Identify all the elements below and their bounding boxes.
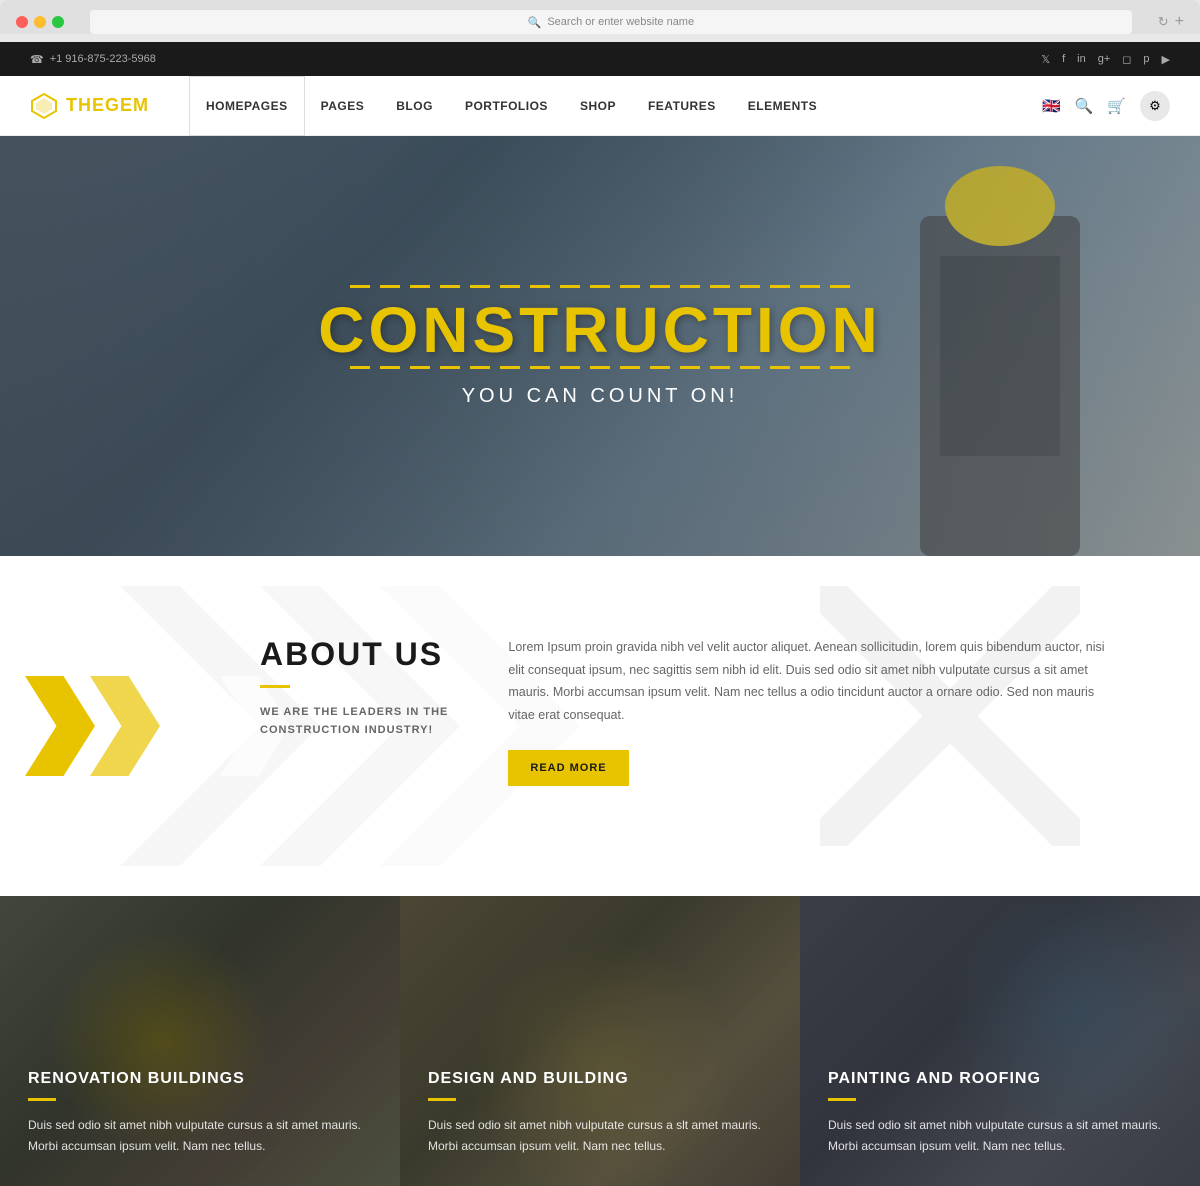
about-right-column: Lorem Ipsum proin gravida nibh vel velit… xyxy=(508,636,1120,786)
hero-top-dashes xyxy=(318,285,882,288)
hero-section: CONSTRUCTION YOU CAN COUNT ON! xyxy=(0,136,1200,556)
service-divider-3 xyxy=(828,1098,856,1101)
services-section: RENOVATION BUILDINGS Duis sed odio sit a… xyxy=(0,896,1200,1186)
about-divider xyxy=(260,685,290,688)
nav-blog[interactable]: BLOG xyxy=(380,76,449,136)
service-card-1-content: RENOVATION BUILDINGS Duis sed odio sit a… xyxy=(28,1070,372,1156)
service-text-3: Duis sed odio sit amet nibh vulputate cu… xyxy=(828,1115,1172,1156)
service-card-3-content: PAINTING AND ROOFING Duis sed odio sit a… xyxy=(828,1070,1172,1156)
flag-icon[interactable]: 🇬🇧 xyxy=(1042,97,1061,115)
refresh-icon[interactable]: ↻ xyxy=(1158,14,1169,30)
hero-title: CONSTRUCTION xyxy=(318,298,882,362)
address-bar[interactable]: 🔍 Search or enter website name xyxy=(90,10,1132,34)
logo-icon xyxy=(30,92,58,120)
about-left-column: ABOUT US WE ARE THE LEADERS IN THECONSTR… xyxy=(80,636,448,739)
browser-chrome: 🔍 Search or enter website name ↻ + xyxy=(0,0,1200,34)
logo[interactable]: THEGEM xyxy=(30,92,149,120)
nav-portfolios[interactable]: PORTFOLIOS xyxy=(449,76,564,136)
nav-elements[interactable]: ELEMENTS xyxy=(732,76,833,136)
address-placeholder: Search or enter website name xyxy=(547,16,694,28)
service-text-2: Duis sed odio sit amet nibh vulputate cu… xyxy=(428,1115,772,1156)
service-divider-1 xyxy=(28,1098,56,1101)
maximize-dot[interactable] xyxy=(52,16,64,28)
website-container: ☎ +1 916-875-223-5968 𝕏 f in g+ ◻ p ▶ TH… xyxy=(0,42,1200,1186)
phone-icon: ☎ xyxy=(30,53,44,66)
about-section: ABOUT US WE ARE THE LEADERS IN THECONSTR… xyxy=(0,556,1200,896)
instagram-link[interactable]: ◻ xyxy=(1122,53,1131,66)
hero-subtitle: YOU CAN COUNT ON! xyxy=(318,385,882,408)
service-card-3[interactable]: PAINTING AND ROOFING Duis sed odio sit a… xyxy=(800,896,1200,1186)
service-card-2-content: DESIGN AND BUILDING Duis sed odio sit am… xyxy=(428,1070,772,1156)
about-title: ABOUT US xyxy=(260,636,448,673)
nav-shop[interactable]: SHOP xyxy=(564,76,632,136)
cart-icon[interactable]: 🛒 xyxy=(1107,97,1126,115)
main-navigation: THEGEM HOMEPAGES PAGES BLOG PORTFOLIOS S… xyxy=(0,76,1200,136)
service-divider-2 xyxy=(428,1098,456,1101)
nav-icon-group: 🇬🇧 🔍 🛒 ⚙ xyxy=(1042,91,1170,121)
service-title-3: PAINTING AND ROOFING xyxy=(828,1070,1172,1088)
hero-person-silhouette xyxy=(860,136,1140,556)
youtube-link[interactable]: ▶ xyxy=(1162,53,1170,66)
hero-content: CONSTRUCTION YOU CAN COUNT ON! xyxy=(298,265,902,428)
facebook-link[interactable]: f xyxy=(1062,53,1065,65)
settings-button[interactable]: ⚙ xyxy=(1140,91,1170,121)
logo-text: THEGEM xyxy=(66,95,149,116)
hero-bottom-dashes xyxy=(318,366,882,369)
minimize-dot[interactable] xyxy=(34,16,46,28)
service-card-1[interactable]: RENOVATION BUILDINGS Duis sed odio sit a… xyxy=(0,896,400,1186)
about-description: Lorem Ipsum proin gravida nibh vel velit… xyxy=(508,636,1120,726)
service-text-1: Duis sed odio sit amet nibh vulputate cu… xyxy=(28,1115,372,1156)
nav-pages[interactable]: PAGES xyxy=(305,76,381,136)
service-title-1: RENOVATION BUILDINGS xyxy=(28,1070,372,1088)
phone-info: ☎ +1 916-875-223-5968 xyxy=(30,53,156,66)
close-dot[interactable] xyxy=(16,16,28,28)
phone-number: +1 916-875-223-5968 xyxy=(50,53,156,65)
linkedin-link[interactable]: in xyxy=(1077,53,1086,65)
topbar: ☎ +1 916-875-223-5968 𝕏 f in g+ ◻ p ▶ xyxy=(0,42,1200,76)
top-dash-line xyxy=(350,285,850,288)
pinterest-link[interactable]: p xyxy=(1143,53,1149,65)
service-card-2[interactable]: DESIGN AND BUILDING Duis sed odio sit am… xyxy=(400,896,800,1186)
nav-features[interactable]: FEATURES xyxy=(632,76,732,136)
bottom-dash-line xyxy=(350,366,850,369)
twitter-link[interactable]: 𝕏 xyxy=(1041,53,1050,66)
browser-controls: 🔍 Search or enter website name ↻ + xyxy=(16,10,1184,34)
search-icon: 🔍 xyxy=(528,16,542,29)
nav-homepages[interactable]: HOMEPAGES xyxy=(189,76,305,136)
new-tab-button[interactable]: + xyxy=(1175,13,1184,31)
read-more-button[interactable]: READ MoRE xyxy=(508,750,628,786)
googleplus-link[interactable]: g+ xyxy=(1098,53,1111,65)
nav-menu: HOMEPAGES PAGES BLOG PORTFOLIOS SHOP FEA… xyxy=(189,76,1042,136)
search-icon[interactable]: 🔍 xyxy=(1075,97,1094,115)
service-title-2: DESIGN AND BUILDING xyxy=(428,1070,772,1088)
social-links: 𝕏 f in g+ ◻ p ▶ xyxy=(1041,53,1170,66)
about-subtitle: WE ARE THE LEADERS IN THECONSTRUCTION IN… xyxy=(260,704,448,739)
